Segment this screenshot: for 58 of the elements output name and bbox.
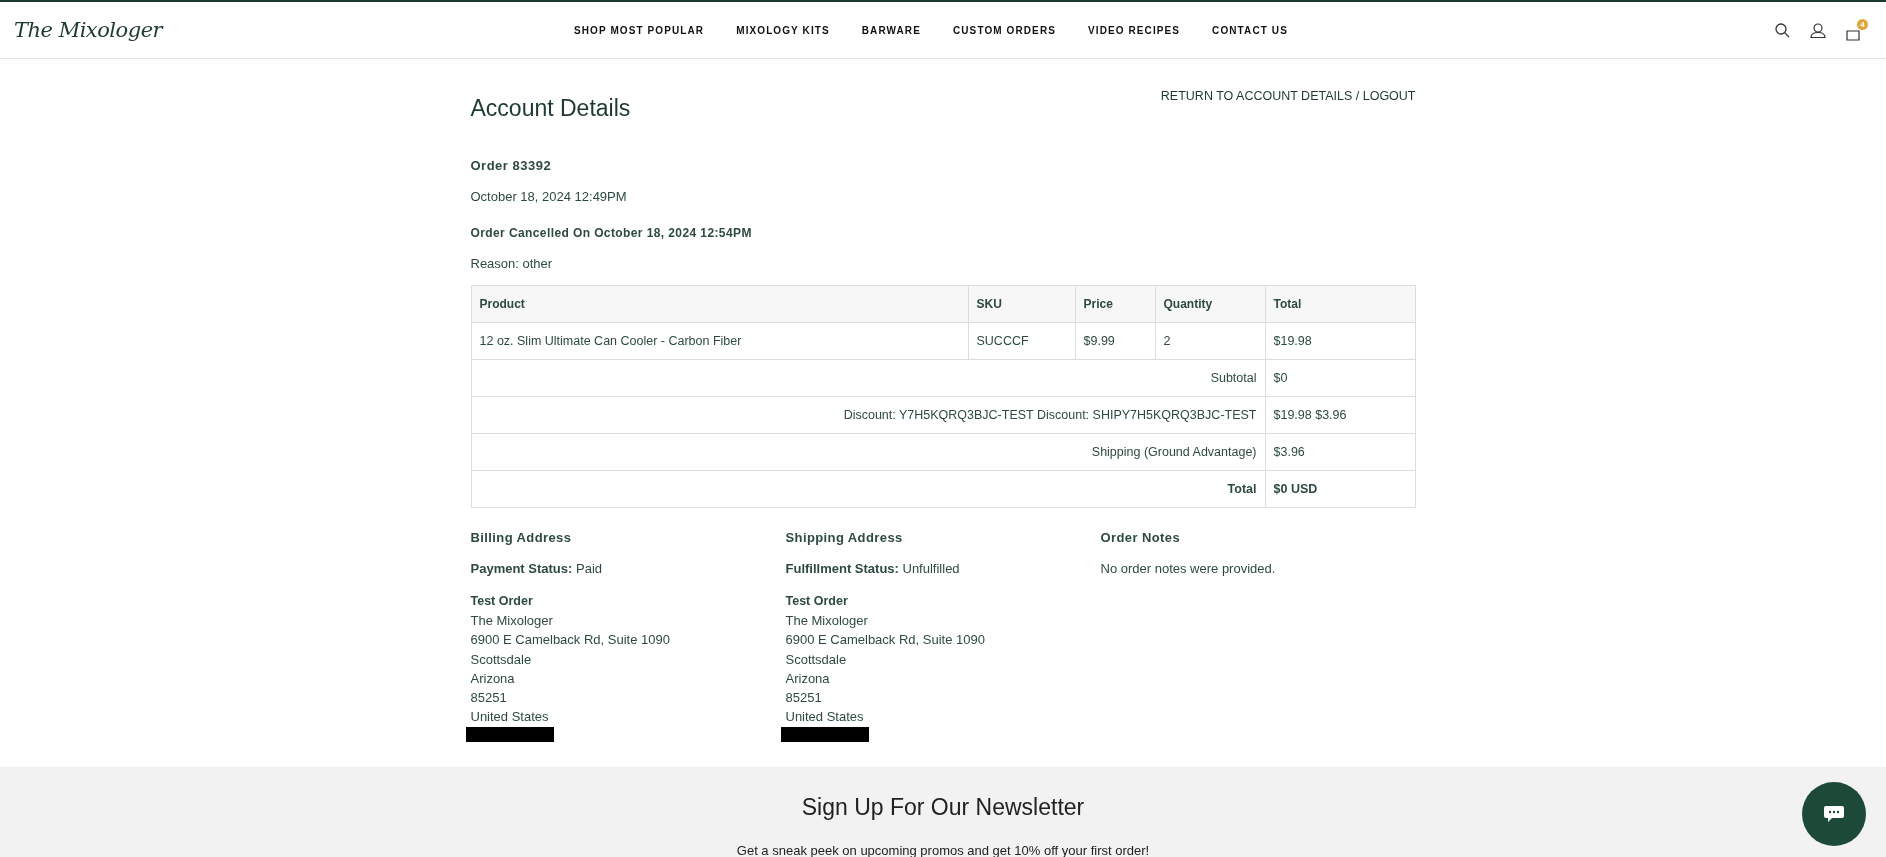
address-name: Test Order xyxy=(785,593,849,610)
address-line: Scottsdale xyxy=(470,650,533,669)
address-line: 85251 xyxy=(470,689,508,708)
address-line: United States xyxy=(785,708,865,727)
summary-value: $3.96 xyxy=(1265,433,1415,471)
cancellation-notice: Order Cancelled On October 18, 2024 12:54PM xyxy=(470,226,753,240)
address-name: Test Order xyxy=(470,593,534,610)
summary-label: Shipping (Ground Advantage) xyxy=(471,433,1265,471)
order-date: October 18, 2024 12:49PM xyxy=(470,189,628,204)
address-line: The Mixologer xyxy=(785,612,869,630)
nav-link[interactable]: VIDEO RECIPES xyxy=(1088,24,1181,36)
address-line: Arizona xyxy=(470,669,516,688)
notes-text: No order notes were provided. xyxy=(1100,561,1277,576)
nav-link[interactable]: MIXOLOGY KITS xyxy=(736,24,830,36)
address-line: 85251 xyxy=(785,689,823,708)
table-cell: 2 xyxy=(1155,322,1265,360)
column-header: Product xyxy=(471,285,968,323)
address-line: United States xyxy=(470,708,550,727)
cancellation-reason: Reason: other xyxy=(470,256,554,271)
address-heading: Shipping Address xyxy=(785,530,904,545)
address-line: Scottsdale xyxy=(785,650,848,669)
search-icon[interactable] xyxy=(1775,22,1790,38)
summary-label: Total xyxy=(471,470,1265,508)
logo[interactable]: The Mixologer xyxy=(14,18,574,42)
newsletter-title: Sign Up For Our Newsletter xyxy=(801,794,1085,821)
summary-label: Discount: Y7H5KQRQ3BJC-TEST Discount: SHIPY7H5KQRQ3BJC-TEST xyxy=(471,396,1265,434)
column-header: SKU xyxy=(968,285,1075,323)
order-number: Order 83392 xyxy=(470,158,553,173)
chat-bubble-icon xyxy=(1823,805,1845,823)
address-heading: Billing Address xyxy=(470,530,573,545)
table-cell: SUCCCF xyxy=(968,322,1075,360)
address-line: 6900 E Camelback Rd, Suite 1090 xyxy=(785,631,986,650)
table-cell: $9.99 xyxy=(1075,322,1155,360)
summary-value: $19.98 $3.96 xyxy=(1265,396,1415,434)
nav-link[interactable]: BARWARE xyxy=(861,24,921,36)
bag-icon xyxy=(1846,27,1860,41)
summary-value: $0 xyxy=(1265,359,1415,397)
newsletter-text: Get a sneak peek on upcoming promos and get 10% off your first order! xyxy=(736,843,1150,857)
cart-count-badge: 4 xyxy=(1857,19,1868,30)
nav-link[interactable]: CONTACT US xyxy=(1212,24,1288,36)
status-text: Fulfillment Status: Unfulfilled xyxy=(785,561,961,576)
address-line: Arizona xyxy=(785,669,831,688)
column-header: Total xyxy=(1265,285,1415,323)
column-header: Price xyxy=(1075,285,1155,323)
summary-label: Subtotal xyxy=(471,359,1265,397)
table-cell: $19.98 xyxy=(1265,322,1415,360)
nav-link[interactable]: SHOP MOST POPULAR xyxy=(574,24,705,36)
summary-value: $0 USD xyxy=(1265,470,1415,508)
page-title: Account Details xyxy=(470,95,631,122)
nav-link[interactable]: CUSTOM ORDERS xyxy=(952,24,1056,36)
notes-heading: Order Notes xyxy=(1100,530,1182,545)
address-line: 6900 E Camelback Rd, Suite 1090 xyxy=(470,631,671,650)
return-logout-link[interactable]: RETURN TO ACCOUNT DETAILS / LOGOUT xyxy=(1160,89,1416,103)
column-header: Quantity xyxy=(1155,285,1265,323)
user-icon[interactable] xyxy=(1810,22,1826,38)
status-text: Payment Status: Paid xyxy=(470,561,603,576)
address-line: The Mixologer xyxy=(470,612,554,630)
table-cell: 12 oz. Slim Ultimate Can Cooler - Carbon Fiber xyxy=(471,322,968,360)
